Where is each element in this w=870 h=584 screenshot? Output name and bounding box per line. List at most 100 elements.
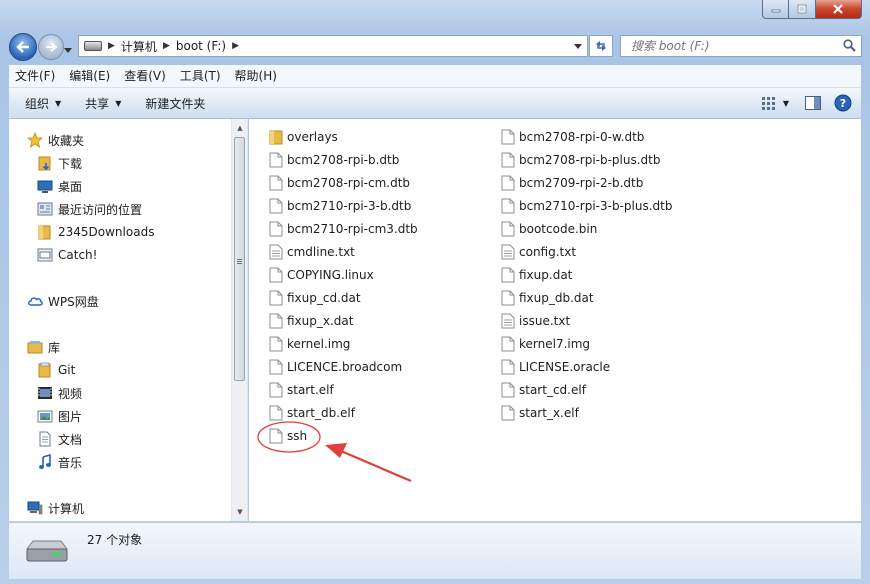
file-item[interactable]: start_db.elf [269,402,355,423]
close-button[interactable] [815,0,862,19]
nav-desktop[interactable]: 桌面 [37,175,82,197]
scroll-down-icon[interactable]: ▼ [235,507,245,517]
breadcrumb-separator[interactable]: ▶ [232,41,239,51]
preview-pane-button[interactable] [801,91,825,115]
maximize-icon [797,4,807,14]
maximize-button[interactable] [789,0,816,19]
annotation-arrow [340,449,412,483]
file-item[interactable]: fixup_cd.dat [269,287,361,308]
file-icon [269,221,283,236]
minimize-button[interactable] [762,0,790,19]
nav-library-label: 库 [48,340,61,355]
breadcrumb-separator[interactable]: ▶ [163,41,170,51]
nav-videos[interactable]: 视频 [37,382,82,404]
forward-button[interactable] [38,34,64,60]
organize-button[interactable]: 组织 ▼ [17,91,69,115]
file-item[interactable]: LICENCE.broadcom [269,356,402,377]
file-name: LICENCE.broadcom [287,359,403,374]
breadcrumb-computer[interactable]: 计算机 [121,38,157,55]
menu-tools[interactable]: 工具(T) [174,66,227,86]
file-item[interactable]: fixup_x.dat [269,310,353,331]
address-dropdown-button[interactable] [569,36,587,56]
file-item[interactable]: issue.txt [501,310,570,331]
file-item[interactable]: kernel.img [269,333,350,354]
file-icon [501,290,515,305]
search-icon[interactable] [843,39,856,55]
recent-places-icon [37,201,53,217]
nav-2345downloads[interactable]: 2345Downloads [37,221,154,243]
nav-wps-cloud[interactable]: WPS网盘 [27,290,99,312]
folder-icon [269,130,283,144]
command-bar: 组织 ▼ 共享 ▼ 新建文件夹 ▼ ? [9,88,861,119]
file-name: kernel.img [287,336,351,351]
search-box[interactable] [620,35,862,57]
new-folder-button[interactable]: 新建文件夹 [137,91,213,115]
file-name: fixup_db.dat [519,290,594,305]
nav-documents[interactable]: 文档 [37,428,82,450]
nav-computer[interactable]: 计算机 [27,497,84,519]
nav-favorites[interactable]: 收藏夹 [27,129,84,151]
file-item[interactable]: fixup.dat [501,264,572,285]
back-button[interactable] [9,33,37,61]
item-count: 27 个对象 [87,533,143,547]
nav-catch[interactable]: Catch! [37,244,97,266]
catch-icon [37,247,53,263]
file-item[interactable]: bcm2710-rpi-cm3.dtb [269,218,418,239]
navigation-scrollbar[interactable]: ▲ ▼ [231,119,248,521]
share-button[interactable]: 共享 ▼ [77,91,129,115]
file-item[interactable]: overlays [269,126,338,147]
menu-help[interactable]: 帮助(H) [229,66,283,86]
breadcrumb-drive[interactable]: boot (F:) [176,39,226,53]
grip-icon [237,259,242,260]
nav-downloads[interactable]: 下载 [37,152,82,174]
file-icon [501,198,515,213]
file-name: bcm2710-rpi-3-b.dtb [287,198,412,213]
refresh-button[interactable] [589,35,613,57]
chevron-down-icon [574,43,582,49]
file-item[interactable]: COPYING.linux [269,264,374,285]
file-item[interactable]: bootcode.bin [501,218,597,239]
file-item[interactable]: ssh [269,425,307,446]
file-icon [269,267,283,282]
file-item[interactable]: bcm2709-rpi-2-b.dtb [501,172,643,193]
menu-view[interactable]: 查看(V) [118,66,172,86]
nav-git[interactable]: Git [37,359,75,381]
file-item[interactable]: bcm2710-rpi-3-b-plus.dtb [501,195,672,216]
file-item[interactable]: fixup_db.dat [501,287,594,308]
search-input[interactable] [629,36,833,56]
file-item[interactable]: kernel7.img [501,333,590,354]
file-icon [501,175,515,190]
menu-edit[interactable]: 编辑(E) [63,66,116,86]
nav-pictures[interactable]: 图片 [37,405,82,427]
back-arrow-icon [16,41,29,53]
file-item[interactable]: LICENSE.oracle [501,356,610,377]
scroll-up-icon[interactable]: ▲ [235,123,245,133]
file-item[interactable]: start_cd.elf [501,379,586,400]
refresh-icon [596,41,606,51]
help-button[interactable]: ? [831,91,855,115]
file-item[interactable]: start.elf [269,379,334,400]
nav-music[interactable]: 音乐 [37,451,82,473]
nav-catch-label: Catch! [58,248,98,262]
file-item[interactable]: bcm2710-rpi-3-b.dtb [269,195,411,216]
file-name: cmdline.txt [287,244,355,259]
file-item[interactable]: bcm2708-rpi-b.dtb [269,149,399,170]
file-item[interactable]: bcm2708-rpi-cm.dtb [269,172,410,193]
nav-library[interactable]: 库 [27,336,60,358]
file-item[interactable]: start_x.elf [501,402,579,423]
file-item[interactable]: cmdline.txt [269,241,355,262]
breadcrumb-separator[interactable]: ▶ [108,41,115,51]
caption-buttons [762,0,862,20]
file-name: bcm2708-rpi-b.dtb [287,152,400,167]
address-bar[interactable]: ▶ 计算机 ▶ boot (F:) ▶ [78,35,588,57]
file-item[interactable]: bcm2708-rpi-0-w.dtb [501,126,644,147]
file-name: fixup.dat [519,267,573,282]
menu-file[interactable]: 文件(F) [9,66,61,86]
file-icon [501,129,515,144]
file-item[interactable]: bcm2708-rpi-b-plus.dtb [501,149,661,170]
nav-recent-places[interactable]: 最近访问的位置 [37,198,142,220]
recent-pages-button[interactable] [64,42,72,56]
file-item[interactable]: config.txt [501,241,576,262]
scrollbar-thumb[interactable] [234,137,245,381]
view-options-button[interactable]: ▼ [755,91,795,115]
